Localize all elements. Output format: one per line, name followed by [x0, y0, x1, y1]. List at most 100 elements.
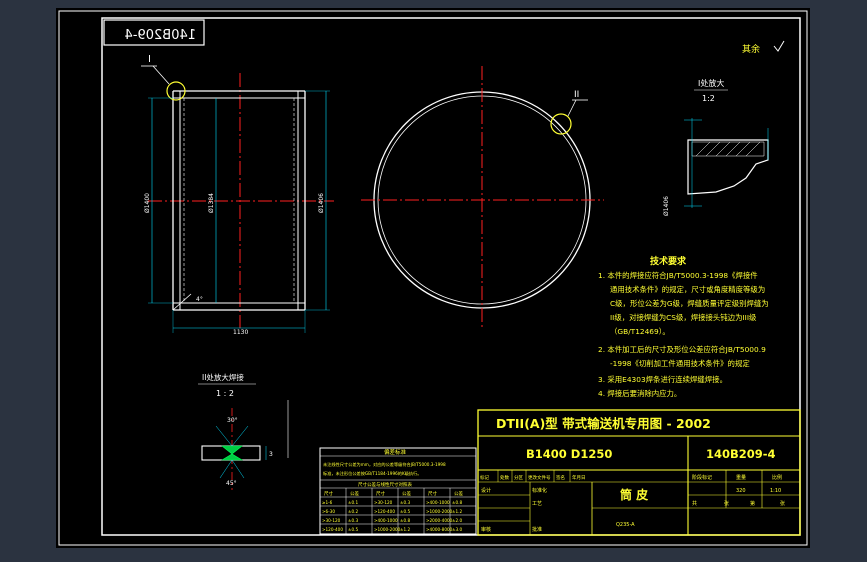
svg-text:≥1-6: ≥1-6 — [322, 500, 333, 505]
svg-text:±2.0: ±2.0 — [452, 518, 463, 523]
svg-text:设计: 设计 — [481, 487, 491, 494]
svg-text:处数: 处数 — [500, 474, 509, 481]
dim-chamfer: 4° — [196, 296, 203, 303]
tech-line-7: -1998《切削加工件通用技术条件》的规定 — [610, 359, 750, 368]
tech-line-8: 3. 采用E4303焊条进行连续焊缝焊接。 — [598, 375, 727, 384]
weld-angle-top: 30° — [227, 417, 238, 424]
label-I: I — [148, 54, 151, 65]
detail-II-scale: 1 : 2 — [216, 389, 234, 398]
svg-text:比例: 比例 — [772, 474, 782, 481]
svg-text:重量: 重量 — [736, 474, 746, 481]
svg-text:>4000-8000: >4000-8000 — [426, 527, 453, 532]
material-note: 其余 — [742, 43, 760, 55]
title-part-name: 筒 皮 — [620, 487, 648, 502]
tech-line-5: （GB/T12469）。 — [610, 327, 670, 336]
svg-text:标准化: 标准化 — [532, 487, 547, 494]
dim-length: 1130 — [233, 329, 248, 336]
svg-text:签名: 签名 — [556, 474, 565, 481]
svg-text:±1.2: ±1.2 — [452, 509, 463, 514]
tol-row-2: >30-120 ±0.3 >400-1000 ±0.8 >2000-4000 ±… — [322, 518, 463, 523]
svg-text:张: 张 — [724, 500, 729, 507]
detail-II-view: II处放大焊接 1 : 2 — [198, 372, 289, 490]
tech-line-3: C级，形位公差为G级，焊缝质量评定级别焊缝为 — [610, 299, 769, 308]
tech-line-1: 1. 本件的焊接应符合JB/T5000.3-1998《焊接件 — [598, 271, 758, 280]
tol-row-1: >6-30 ±0.2 >120-400 ±0.5 >1000-2000 ±1.2 — [322, 509, 463, 514]
tech-line-4: II级，对接焊缝为CS级，焊接接头钝边为III级 — [610, 313, 757, 322]
svg-text:±1.2: ±1.2 — [400, 527, 411, 532]
drum-front-view — [361, 66, 604, 328]
mirrored-code-box: 140B209-4 — [103, 19, 205, 46]
svg-text:工艺: 工艺 — [532, 501, 542, 507]
cad-viewport[interactable]: 140B209-4 其余 I Ø1400 Ø1384 Ø1406 1130 4°… — [56, 8, 810, 548]
tol-note-1: 未注线性尺寸公差为mm，对应的公差等级符合JB/T5000.3-1998 — [323, 461, 446, 468]
title-main: DTII(A)型 带式输送机专用图 - 2002 — [496, 416, 711, 431]
svg-text:>120-400: >120-400 — [322, 527, 343, 532]
tech-line-2: 通用技术条件》的规定，尺寸或角度精度等级为 — [610, 285, 765, 294]
dim-inner-dia: Ø1384 — [208, 193, 215, 213]
sheet-labels: 共 张 第 张 — [692, 500, 785, 507]
svg-text:张: 张 — [780, 500, 785, 507]
label-II: II — [574, 90, 579, 100]
title-scale: 1:10 — [770, 488, 781, 494]
svg-text:>6-30: >6-30 — [322, 509, 335, 514]
tol-subtitle: 尺寸公差与线性尺寸对照表 — [358, 481, 412, 488]
svg-text:审核: 审核 — [481, 526, 491, 533]
svg-text:±0.8: ±0.8 — [400, 518, 411, 523]
tech-title: 技术要求 — [650, 255, 687, 267]
role-labels: 设计 标准化 工艺 审核 批准 — [481, 487, 547, 533]
dim-right-dia: Ø1406 — [318, 193, 325, 213]
leader-I — [152, 65, 170, 85]
tol-h-4: 尺寸 — [428, 490, 437, 497]
side-headers: 阶段标记 重量 比例 — [692, 474, 782, 481]
svg-text:±3.0: ±3.0 — [452, 527, 463, 532]
detail-I-title: I处放大 — [698, 78, 724, 88]
weld-gap: 3 — [269, 451, 273, 458]
svg-text:±0.8: ±0.8 — [452, 500, 463, 505]
svg-text:>1000-2000: >1000-2000 — [374, 527, 401, 532]
drawing-sheet: 140B209-4 其余 I Ø1400 Ø1384 Ø1406 1130 4°… — [58, 10, 808, 546]
detail-I-dia: Ø1406 — [663, 196, 670, 216]
detail-II-marker — [550, 113, 572, 135]
drum-side-view — [148, 73, 334, 328]
svg-text:分区: 分区 — [514, 474, 523, 481]
tol-row-3: >120-400 ±0.5 >1000-2000 ±1.2 >4000-8000… — [322, 527, 463, 532]
title-material: Q235-A — [616, 522, 635, 528]
svg-text:>120-400: >120-400 — [374, 509, 395, 514]
svg-text:±0.3: ±0.3 — [348, 518, 359, 523]
tol-header-row: 尺寸 公差 尺寸 公差 尺寸 公差 — [324, 490, 463, 497]
svg-text:第: 第 — [750, 500, 755, 507]
tol-row-0: ≥1-6 ±0.1 >30-120 ±0.3 >400-1000 ±0.8 — [322, 500, 463, 505]
svg-text:>2000-4000: >2000-4000 — [426, 518, 453, 523]
side-view-dimensions — [148, 90, 330, 333]
tol-note-2: 标准，未注形位公差按GB/T1184-1996的K级执行。 — [323, 470, 421, 477]
tol-h-2: 尺寸 — [376, 490, 385, 497]
svg-text:>30-120: >30-120 — [374, 500, 393, 505]
svg-text:更改文件号: 更改文件号 — [528, 474, 551, 481]
title-weight: 320 — [736, 488, 746, 494]
tech-line-6: 2. 本件加工后的尺寸及形位公差应符合JB/T5000.9 — [598, 345, 766, 354]
svg-text:±0.2: ±0.2 — [348, 509, 359, 514]
tol-h-3: 公差 — [402, 490, 411, 497]
mirrored-code: 140B209-4 — [124, 28, 196, 43]
svg-text:±0.5: ±0.5 — [400, 509, 411, 514]
svg-text:>1000-2000: >1000-2000 — [426, 509, 453, 514]
svg-text:批准: 批准 — [532, 526, 542, 533]
detail-II-title: II处放大焊接 — [202, 372, 244, 382]
svg-text:年月日: 年月日 — [572, 474, 586, 481]
title-spec: B1400 D1250 — [526, 447, 612, 461]
svg-text:>400-1000: >400-1000 — [426, 500, 450, 505]
surface-finish-symbol — [773, 40, 785, 52]
svg-text:共: 共 — [692, 500, 697, 507]
tol-h-0: 尺寸 — [324, 490, 333, 497]
svg-text:阶段标记: 阶段标记 — [692, 474, 712, 481]
title-code: 140B209-4 — [706, 447, 776, 461]
mark-headers: 标记 处数 分区 更改文件号 签名 年月日 — [480, 474, 586, 481]
tol-h-1: 公差 — [350, 490, 359, 497]
detail-I-scale: 1:2 — [702, 94, 715, 103]
dim-left-dia: Ø1400 — [144, 193, 151, 213]
tech-line-9: 4. 焊接后要消除内应力。 — [598, 389, 681, 398]
tol-title: 偏差标准 — [384, 448, 407, 456]
detail-I-view: I处放大 1:2 — [684, 78, 769, 208]
svg-text:标记: 标记 — [480, 474, 489, 481]
svg-text:>30-120: >30-120 — [322, 518, 341, 523]
